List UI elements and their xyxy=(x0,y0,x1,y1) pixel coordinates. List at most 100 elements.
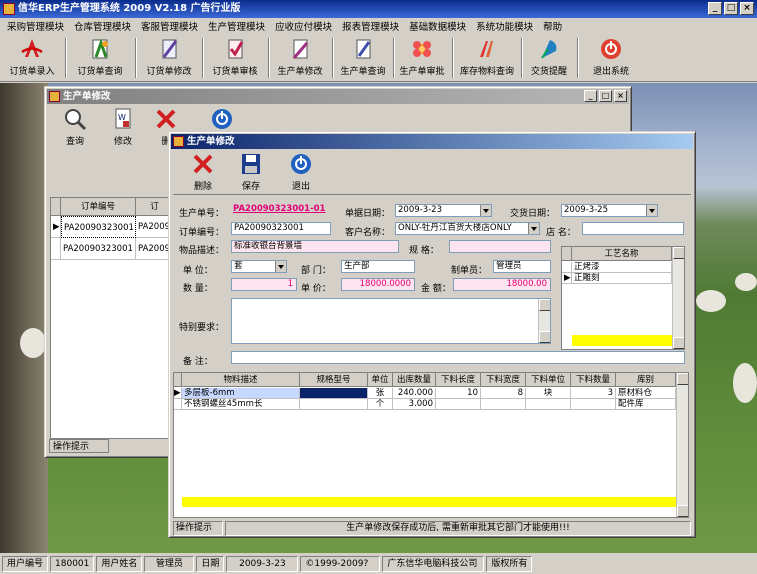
table-row[interactable]: PA20090323001 xyxy=(61,238,136,260)
back-query-button[interactable]: 查询 xyxy=(53,107,97,149)
spec-field[interactable] xyxy=(449,240,551,253)
scroll-down-icon[interactable] xyxy=(673,337,684,349)
table-cell[interactable]: 张 xyxy=(368,388,393,399)
toolbar-stock-query-button[interactable]: 库存物料查询 xyxy=(454,36,520,80)
table-cell[interactable] xyxy=(436,399,481,410)
back-edit-button[interactable]: W 修改 xyxy=(101,107,145,149)
menu-system[interactable]: 系统功能模块 xyxy=(473,19,536,33)
scroll-up-icon[interactable] xyxy=(539,299,550,311)
dept-field[interactable]: 生产部 xyxy=(341,260,415,273)
dropdown-arrow-icon[interactable] xyxy=(480,205,491,216)
back-maximize-button[interactable]: □ xyxy=(599,90,612,102)
production-query-icon xyxy=(350,37,376,61)
table-cell[interactable]: 原材料仓 xyxy=(616,388,676,399)
materials-footer-row xyxy=(182,497,676,507)
table-cell[interactable]: 10 xyxy=(436,388,481,399)
order-no-field[interactable]: PA20090323001 xyxy=(231,222,331,235)
table-cell[interactable]: 多层板-6mm xyxy=(182,388,300,399)
menu-warehouse[interactable]: 仓库管理模块 xyxy=(71,19,134,33)
power-icon xyxy=(598,37,624,61)
back-minimize-button[interactable]: _ xyxy=(584,90,597,102)
table-cell[interactable] xyxy=(526,399,571,410)
back-close-button[interactable]: × xyxy=(614,90,627,102)
delivery-date-picker[interactable]: 2009-3-25 xyxy=(561,204,658,217)
table-cell[interactable]: 3 xyxy=(571,388,616,399)
back-window-titlebar: 生产单修改 _ □ × xyxy=(47,89,629,104)
maximize-button[interactable]: □ xyxy=(724,2,738,15)
menu-reports[interactable]: 报表管理模块 xyxy=(339,19,402,33)
menu-help[interactable]: 帮助 xyxy=(540,19,565,33)
table-cell[interactable] xyxy=(300,388,368,399)
table-cell[interactable]: 块 xyxy=(526,388,571,399)
menu-production[interactable]: 生产管理模块 xyxy=(205,19,268,33)
toolbar-production-edit-button[interactable]: 生产单修改 xyxy=(270,36,330,80)
toolbar-order-entry-button[interactable]: 订货单录入 xyxy=(2,36,62,80)
special-textarea[interactable] xyxy=(231,298,551,344)
table-cell[interactable]: 配件库 xyxy=(616,399,676,410)
toolbar-order-edit-button[interactable]: 订货单修改 xyxy=(138,36,200,80)
dropdown-arrow-icon[interactable] xyxy=(646,205,657,216)
front-exit-button[interactable]: 退出 xyxy=(283,152,319,192)
menu-service[interactable]: 客服管理模块 xyxy=(138,19,201,33)
table-cell[interactable] xyxy=(300,399,368,410)
toolbar-production-approve-button[interactable]: 生产单审批 xyxy=(394,36,450,80)
toolbar-order-query-button[interactable]: 订货单查询 xyxy=(68,36,132,80)
front-save-button[interactable]: 保存 xyxy=(233,152,269,192)
toolbar-order-audit-button[interactable]: 订货单审核 xyxy=(204,36,266,80)
customer-select[interactable]: ONLY-牡丹江百货大楼店ONLY xyxy=(395,222,540,235)
front-window-titlebar: 生产单修改 xyxy=(171,134,693,149)
window-icon xyxy=(49,91,60,102)
menu-purchase[interactable]: 采购管理模块 xyxy=(4,19,67,33)
minimize-button[interactable]: _ xyxy=(708,2,722,15)
front-footer-message: 生产单修改保存成功后, 需重新审批其它部门才能使用!!! xyxy=(225,521,691,536)
scroll-up-icon[interactable] xyxy=(673,247,684,259)
shop-field[interactable] xyxy=(582,222,684,235)
back-order-grid[interactable]: 订单编号 订 ▶ PA20090323001 PA200903 PA200903… xyxy=(50,197,173,439)
table-cell[interactable]: 240.000 xyxy=(393,388,436,399)
toolbar-label: 生产单查询 xyxy=(340,67,386,77)
qty-field[interactable]: 1 xyxy=(231,278,297,291)
process-grid[interactable]: 工艺名称 正烤漆 ▶ 正雕刻 xyxy=(561,246,685,350)
scroll-down-icon[interactable] xyxy=(539,331,550,343)
remark-field[interactable] xyxy=(231,351,685,364)
desc-field[interactable]: 标准收银台背景墙 xyxy=(231,240,399,253)
table-cell[interactable]: 8 xyxy=(481,388,526,399)
close-button[interactable]: × xyxy=(740,2,754,15)
materials-scrollbar[interactable] xyxy=(676,373,688,517)
toolbar-production-query-button[interactable]: 生产单查询 xyxy=(334,36,392,80)
toolbar-exit-button[interactable]: 退出系统 xyxy=(580,36,642,80)
materials-grid[interactable]: 物料描述 规格型号 单位 出库数量 下料长度 下料宽度 下料单位 下料数量 库别… xyxy=(173,372,689,518)
table-cell[interactable] xyxy=(481,399,526,410)
table-cell[interactable]: 3.000 xyxy=(393,399,436,410)
unit-select[interactable]: 套 xyxy=(231,260,287,273)
copyright-text: ©1999-2009? xyxy=(300,555,381,572)
special-scrollbar[interactable] xyxy=(538,299,550,343)
grid-header: 订单编号 xyxy=(61,198,136,216)
scroll-down-icon[interactable] xyxy=(677,505,688,517)
process-item[interactable]: 正雕刻 xyxy=(572,273,672,284)
price-field[interactable]: 18000.0000 xyxy=(341,278,415,291)
table-cell[interactable]: 不锈钢螺丝45mm长 xyxy=(182,399,300,410)
front-delete-button[interactable]: 删除 xyxy=(185,152,221,192)
doc-date-picker[interactable]: 2009-3-23 xyxy=(395,204,492,217)
menu-accounts[interactable]: 应收应付模块 xyxy=(272,19,335,33)
menu-basedata[interactable]: 基础数据模块 xyxy=(406,19,469,33)
amount-label: 金 额： xyxy=(421,284,451,294)
process-scrollbar[interactable] xyxy=(672,247,684,349)
table-row[interactable]: PA20090323001 xyxy=(61,216,136,238)
table-cell[interactable]: 个 xyxy=(368,399,393,410)
prod-no-link[interactable]: PA20090323001-01 xyxy=(231,204,331,217)
dropdown-arrow-icon[interactable] xyxy=(275,261,286,272)
unit-value: 套 xyxy=(234,261,243,271)
doc-date-value: 2009-3-23 xyxy=(398,205,442,215)
maker-field[interactable]: 管理员 xyxy=(493,260,551,273)
process-item[interactable]: 正烤漆 xyxy=(572,262,672,273)
amount-field[interactable]: 18000.00 xyxy=(453,278,551,291)
dropdown-arrow-icon[interactable] xyxy=(528,223,539,234)
toolbar-delivery-reminder-button[interactable]: 交货提醒 xyxy=(523,36,575,80)
pdf-icon xyxy=(19,37,45,61)
toolbar-label: 交货提醒 xyxy=(530,67,567,77)
background-cliff xyxy=(0,83,48,553)
scroll-up-icon[interactable] xyxy=(677,373,688,385)
table-cell[interactable] xyxy=(571,399,616,410)
